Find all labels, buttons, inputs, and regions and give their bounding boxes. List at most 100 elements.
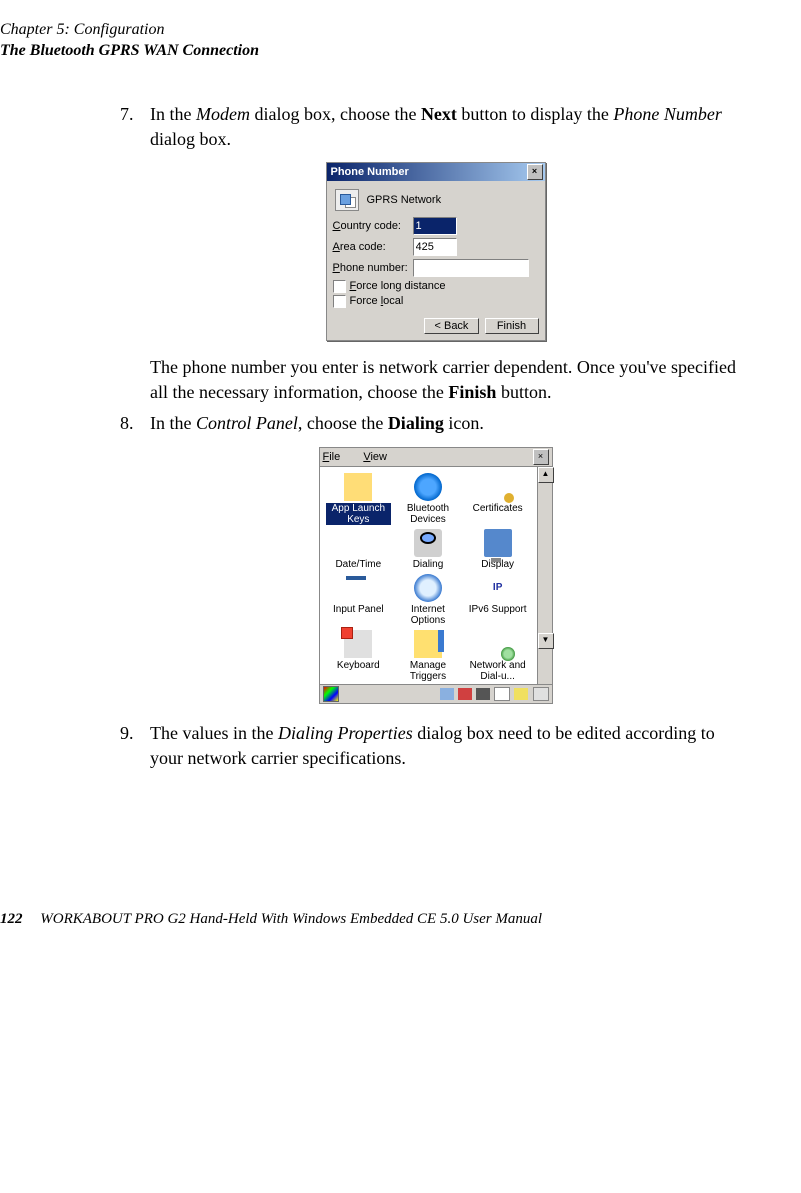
tray-icon[interactable] (458, 688, 472, 700)
text-italic: Control Panel (196, 413, 298, 433)
country-code-label: Country code: (333, 220, 413, 232)
phone-number-dialog: Phone Number × GPRS Network Country code… (326, 162, 546, 341)
text-italic: Phone Number (613, 104, 721, 124)
display-icon[interactable]: Display (465, 529, 531, 570)
force-long-distance-checkbox[interactable]: Force long distance (333, 280, 539, 293)
ipv6-support-icon[interactable]: IPv6 Support (465, 574, 531, 626)
country-code-input[interactable] (413, 217, 457, 235)
phone-number-label: Phone number: (333, 262, 413, 274)
checkbox-label: Force local (350, 295, 404, 307)
triggers-icon (414, 630, 442, 658)
input-icon (344, 574, 372, 602)
tray-icon[interactable] (494, 687, 510, 701)
area-code-label: Area code: (333, 241, 413, 253)
tray-icon[interactable] (440, 688, 454, 700)
icon-label: Dialing (413, 559, 444, 570)
taskbar (320, 684, 552, 703)
icon-label: Input Panel (333, 604, 384, 615)
icon-label: Keyboard (337, 660, 380, 671)
step-9: 9. The values in the Dialing Properties … (120, 721, 751, 771)
text: icon. (444, 413, 484, 433)
step-num: 8. (120, 411, 150, 436)
tray-icon[interactable] (476, 688, 490, 700)
text: button. (496, 382, 551, 402)
text: In the (150, 104, 196, 124)
monitor-icon (484, 529, 512, 557)
folder-icon (344, 473, 372, 501)
step-text: In the Control Panel, choose the Dialing… (150, 411, 751, 436)
close-icon[interactable]: × (533, 449, 549, 465)
text: dialog box. (150, 129, 231, 149)
text: button to display the (461, 104, 613, 124)
app-launch-keys-icon[interactable]: App Launch Keys (326, 473, 392, 525)
icon-label: Network and Dial-u... (470, 660, 526, 682)
icon-label: App Launch Keys (326, 503, 392, 525)
step-num: 9. (120, 721, 150, 771)
close-icon[interactable]: × (527, 164, 543, 180)
step-num: 7. (120, 102, 150, 152)
text: In the (150, 413, 196, 433)
network-name: GPRS Network (367, 194, 442, 206)
control-panel-window: File View × App Launch Keys (319, 447, 553, 704)
icon-label: Manage Triggers (410, 660, 446, 682)
text-bold: Dialing (388, 413, 444, 433)
step-text: The values in the Dialing Properties dia… (150, 721, 751, 771)
date-time-icon[interactable]: Date/Time (326, 529, 392, 570)
icon-label: Date/Time (335, 559, 381, 570)
start-icon[interactable] (323, 686, 339, 702)
section-header: The Bluetooth GPRS WAN Connection (0, 41, 751, 62)
bluetooth-devices-icon[interactable]: Bluetooth Devices (395, 473, 461, 525)
text: , choose the (298, 413, 388, 433)
scroll-down-icon[interactable]: ▼ (538, 633, 554, 649)
area-code-input[interactable] (413, 238, 457, 256)
system-tray (439, 687, 548, 701)
icon-label: Certificates (473, 503, 523, 514)
scrollbar[interactable]: ▲ ▼ (537, 467, 552, 684)
checkbox-icon (333, 295, 346, 308)
step-8: 8. In the Control Panel, choose the Dial… (120, 411, 751, 436)
text-italic: Dialing Properties (278, 723, 413, 743)
dialog-title: Phone Number (331, 166, 409, 178)
manage-triggers-icon[interactable]: Manage Triggers (395, 630, 461, 682)
keyboard-icon[interactable]: Keyboard (326, 630, 392, 682)
manual-title: WORKABOUT PRO G2 Hand-Held With Windows … (40, 911, 542, 927)
phone-number-input[interactable] (413, 259, 529, 277)
back-button[interactable]: < Back (424, 318, 480, 334)
chapter-header: Chapter 5: Configuration (0, 20, 751, 41)
menu-bar: File View × (320, 448, 552, 467)
page-number: 122 (0, 911, 23, 927)
tray-icon[interactable] (514, 688, 528, 700)
tray-icon[interactable] (533, 687, 549, 701)
step-7: 7. In the Modem dialog box, choose the N… (120, 102, 751, 152)
keyboard-glyph-icon (344, 630, 372, 658)
internet-options-icon[interactable]: Internet Options (395, 574, 461, 626)
ipv6-icon (484, 574, 512, 602)
icon-label: Internet Options (411, 604, 445, 626)
bluetooth-icon (414, 473, 442, 501)
step-text: In the Modem dialog box, choose the Next… (150, 102, 751, 152)
globe-icon (414, 574, 442, 602)
text: The phone number you enter is network ca… (150, 357, 736, 402)
text-italic: Modem (196, 104, 250, 124)
phone-icon (414, 529, 442, 557)
text: The values in the (150, 723, 278, 743)
network-icon (335, 189, 359, 211)
input-panel-icon[interactable]: Input Panel (326, 574, 392, 626)
dialog-titlebar: Phone Number × (327, 163, 545, 181)
clock-icon (344, 529, 372, 557)
force-local-checkbox[interactable]: Force local (333, 295, 539, 308)
checkbox-label: Force long distance (350, 280, 446, 292)
view-menu[interactable]: View (363, 451, 397, 463)
certificates-icon[interactable]: Certificates (465, 473, 531, 525)
dialing-icon[interactable]: Dialing (395, 529, 461, 570)
scroll-up-icon[interactable]: ▲ (538, 467, 554, 483)
text-bold: Next (421, 104, 461, 124)
finish-button[interactable]: Finish (485, 318, 539, 334)
paragraph: The phone number you enter is network ca… (150, 355, 751, 405)
certificate-icon (484, 473, 512, 501)
network-dialup-icon[interactable]: Network and Dial-u... (465, 630, 531, 682)
file-menu[interactable]: File (323, 451, 351, 463)
network-icon (484, 630, 512, 658)
icon-label: IPv6 Support (469, 604, 527, 615)
checkbox-icon (333, 280, 346, 293)
